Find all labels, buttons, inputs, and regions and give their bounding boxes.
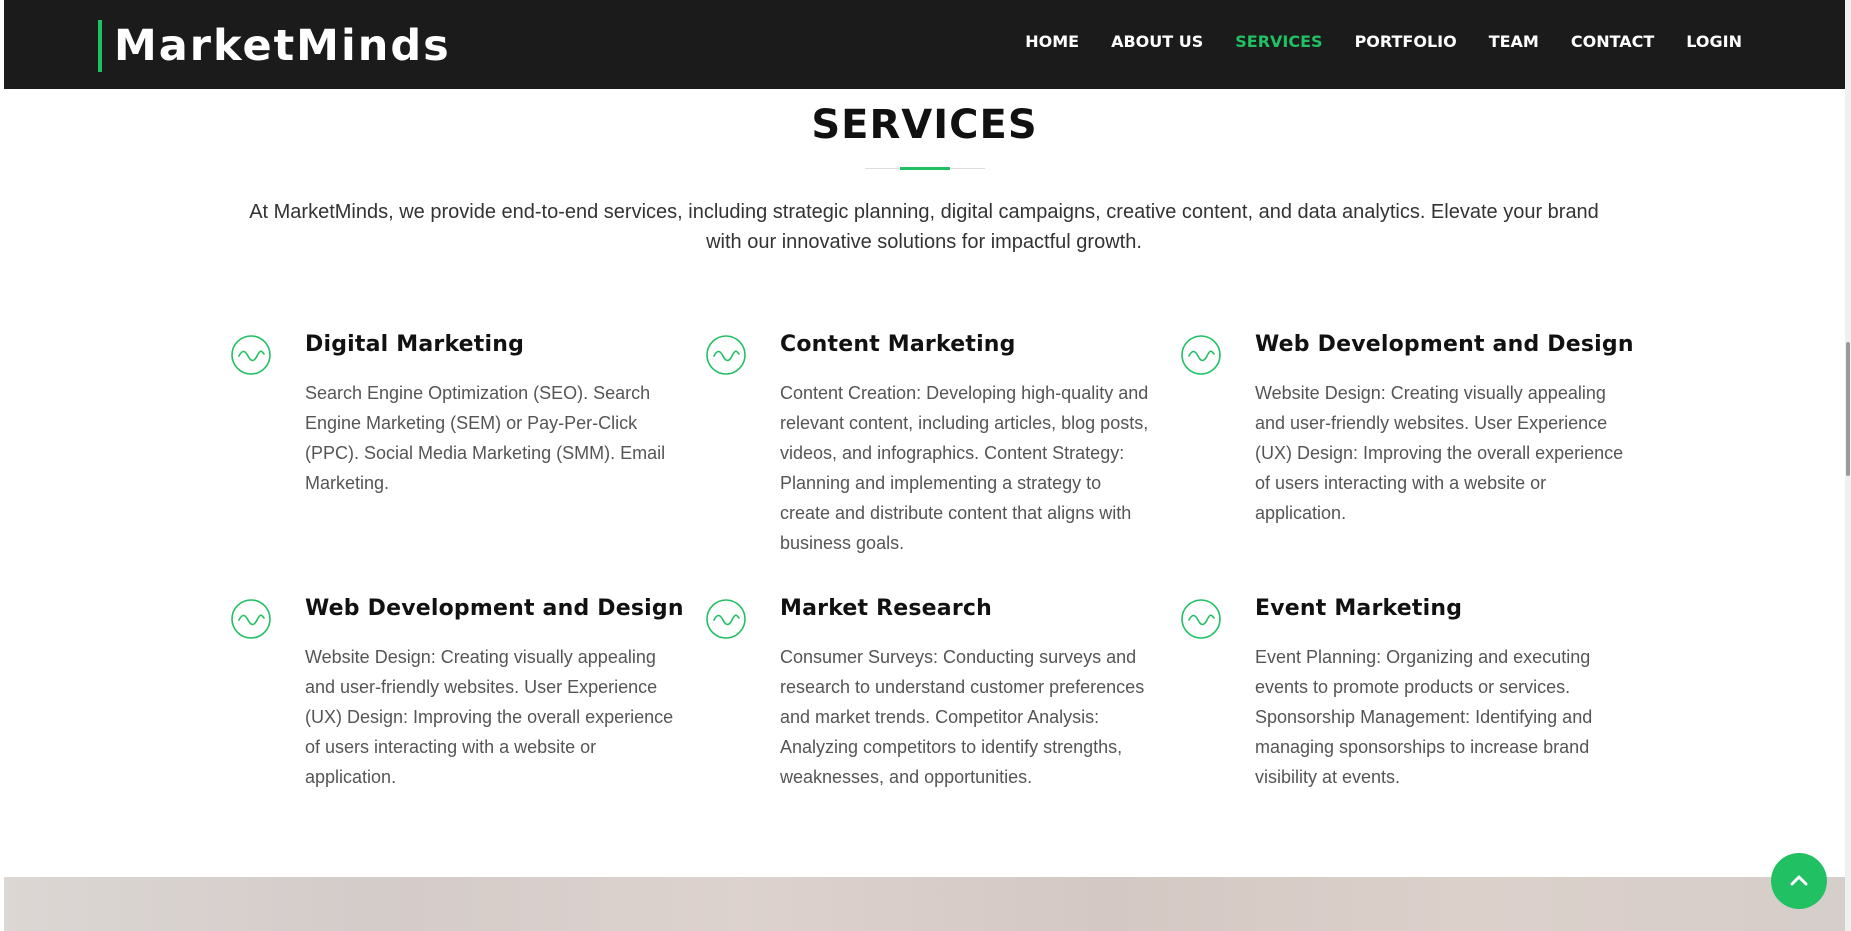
logo-text: MarketMinds [114, 21, 451, 71]
wave-icon [231, 599, 271, 639]
wave-icon [706, 335, 746, 375]
service-description: Event Planning: Organizing and executing… [1255, 647, 1593, 787]
service-title: Web Development and Design [305, 596, 684, 621]
title-divider-accent [900, 167, 950, 170]
nav-home[interactable]: HOME [1025, 32, 1079, 51]
service-description: Content Creation: Developing high-qualit… [780, 383, 1149, 553]
wave-icon [1181, 599, 1221, 639]
service-title: Market Research [780, 596, 992, 621]
nav-login[interactable]: LOGIN [1686, 32, 1742, 51]
service-title: Event Marketing [1255, 596, 1463, 621]
wave-icon [231, 335, 271, 375]
service-title: Content Marketing [780, 332, 1016, 357]
nav-about-us[interactable]: ABOUT US [1111, 32, 1203, 51]
service-title: Web Development and Design [1255, 332, 1634, 357]
service-description: Website Design: Creating visually appeal… [1255, 383, 1624, 523]
logo[interactable]: MarketMinds [98, 20, 451, 72]
section-title: SERVICES [811, 102, 1038, 148]
service-description: Search Engine Optimization (SEO). Search… [305, 383, 666, 493]
service-description: Consumer Surveys: Conducting surveys and… [780, 647, 1145, 787]
site-header: MarketMinds HOME ABOUT US SERVICES PORTF… [4, 0, 1845, 89]
scroll-to-top-button[interactable] [1771, 853, 1827, 909]
nav-services[interactable]: SERVICES [1235, 32, 1322, 51]
service-title: Digital Marketing [305, 332, 525, 357]
nav-team[interactable]: TEAM [1489, 32, 1539, 51]
page-scrollbar-thumb[interactable] [1846, 342, 1850, 476]
main-nav: HOME ABOUT US SERVICES PORTFOLIO TEAM CO… [1025, 0, 1742, 83]
nav-portfolio[interactable]: PORTFOLIO [1355, 32, 1457, 51]
next-section-background [4, 877, 1845, 931]
logo-accent-bar [98, 20, 102, 72]
chevron-up-icon [1790, 875, 1808, 886]
wave-icon [1181, 335, 1221, 375]
service-description: Website Design: Creating visually appeal… [305, 647, 674, 787]
section-intro: At MarketMinds, we provide end-to-end se… [249, 201, 1599, 253]
page: MarketMinds HOME ABOUT US SERVICES PORTF… [4, 0, 1845, 931]
nav-contact[interactable]: CONTACT [1571, 32, 1654, 51]
wave-icon [706, 599, 746, 639]
